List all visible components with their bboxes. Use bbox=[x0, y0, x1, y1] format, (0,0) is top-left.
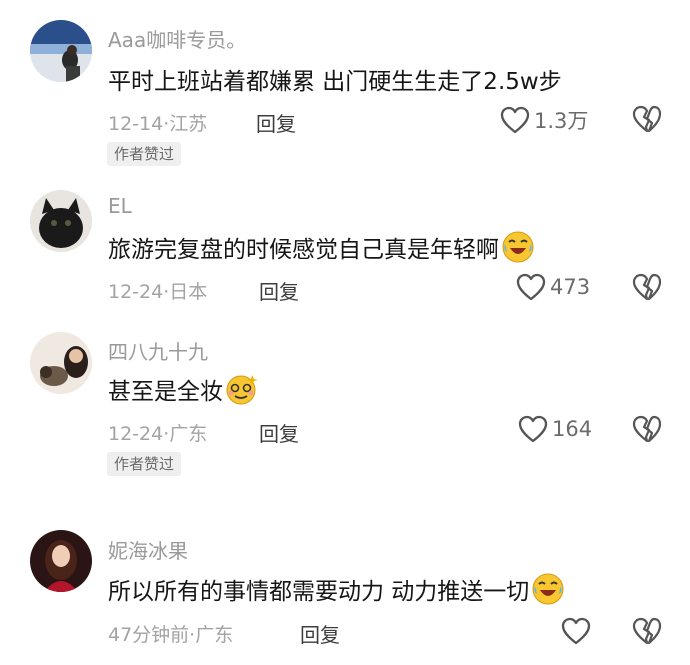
comment-text-content: 平时上班站着都嫌累 出门硬生生走了2.5w步 bbox=[108, 69, 562, 95]
author-liked-badge: 作者赞过 bbox=[107, 142, 182, 166]
broken-heart-icon bbox=[632, 415, 662, 443]
person-with-dog-avatar-image bbox=[30, 332, 92, 394]
laugh-cry-emoji bbox=[531, 572, 565, 606]
black-cat-avatar-image bbox=[30, 190, 92, 252]
comment-text: 平时上班站着都嫌累 出门硬生生走了2.5w步 bbox=[108, 62, 562, 96]
heart-icon bbox=[516, 273, 546, 301]
dislike-button[interactable] bbox=[632, 105, 662, 133]
avatar[interactable] bbox=[30, 20, 92, 82]
username[interactable]: Aaa咖啡专员。 bbox=[108, 24, 246, 53]
like-button[interactable]: 1.3万 bbox=[500, 105, 588, 135]
comment-text: 甚至是全妆 bbox=[108, 372, 259, 406]
comment-text-content: 旅游完复盘的时候感觉自己真是年轻啊 bbox=[108, 237, 499, 263]
like-button[interactable]: 473 bbox=[516, 273, 590, 301]
date-location: 12-24·广东 bbox=[108, 423, 208, 445]
dislike-button[interactable] bbox=[632, 617, 662, 645]
scenery-person-avatar-image bbox=[30, 20, 92, 82]
dislike-button[interactable] bbox=[632, 273, 662, 301]
reply-button[interactable]: 回复 bbox=[259, 418, 299, 447]
username[interactable]: 妮海冰果 bbox=[108, 535, 188, 564]
username[interactable]: EL bbox=[108, 194, 132, 218]
heart-icon bbox=[500, 106, 530, 134]
avatar[interactable] bbox=[30, 332, 92, 394]
heart-icon bbox=[518, 415, 548, 443]
date-location: 47分钟前·广东 bbox=[108, 624, 234, 646]
date-location: 12-14·江苏 bbox=[108, 113, 208, 135]
reply-button[interactable]: 回复 bbox=[259, 276, 299, 305]
comment-text: 旅游完复盘的时候感觉自己真是年轻啊 bbox=[108, 230, 535, 264]
like-count: 164 bbox=[552, 417, 593, 441]
comment-text: 所以所有的事情都需要动力 动力推送一切 bbox=[108, 572, 565, 606]
username[interactable]: 四八九十九 bbox=[108, 336, 208, 365]
avatar[interactable] bbox=[30, 190, 92, 252]
dizzy-emoji bbox=[225, 372, 259, 406]
like-button[interactable]: 164 bbox=[518, 415, 592, 443]
dislike-button[interactable] bbox=[632, 415, 662, 443]
laugh-cry-emoji bbox=[501, 230, 535, 264]
broken-heart-icon bbox=[632, 617, 662, 645]
reply-button[interactable]: 回复 bbox=[256, 108, 296, 137]
like-button[interactable] bbox=[561, 617, 591, 645]
broken-heart-icon bbox=[632, 105, 662, 133]
heart-icon bbox=[561, 617, 591, 645]
author-liked-badge: 作者赞过 bbox=[107, 452, 182, 476]
broken-heart-icon bbox=[632, 273, 662, 301]
like-count: 1.3万 bbox=[534, 109, 589, 133]
reply-button[interactable]: 回复 bbox=[300, 619, 340, 648]
date-location: 12-24·日本 bbox=[108, 281, 208, 303]
avatar[interactable] bbox=[30, 530, 92, 592]
comment-text-content: 所以所有的事情都需要动力 动力推送一切 bbox=[108, 579, 530, 605]
woman-portrait-avatar-image bbox=[30, 530, 92, 592]
like-count: 473 bbox=[550, 275, 591, 299]
comment-text-content: 甚至是全妆 bbox=[108, 379, 223, 405]
